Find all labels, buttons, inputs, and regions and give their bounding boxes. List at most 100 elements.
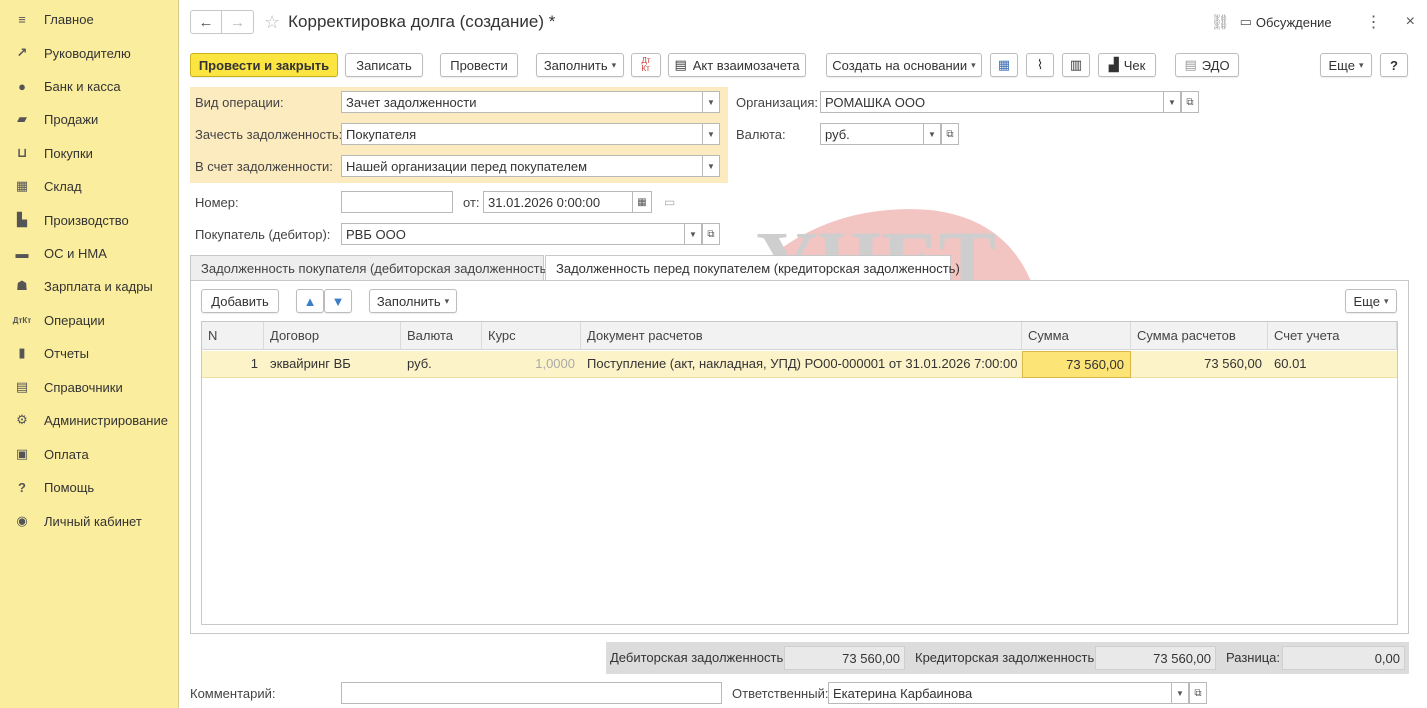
sidebar-item-help[interactable]: ? Помощь	[0, 472, 179, 502]
table-cell[interactable]: 60.01	[1268, 351, 1397, 378]
sidebar-item-manager[interactable]: ↗ Руководителю	[0, 38, 179, 68]
save-button[interactable]: Записать	[345, 53, 423, 77]
table-cell[interactable]: 1	[202, 351, 264, 378]
against-field[interactable]: Нашей организации перед покупателем	[341, 155, 703, 177]
responsible-open-button[interactable]: ⧉	[1189, 682, 1207, 704]
table-cell[interactable]: эквайринг ВБ	[264, 351, 401, 378]
help-button[interactable]: ?	[1380, 53, 1408, 77]
move-down-button[interactable]: ▼	[324, 289, 352, 313]
sidebar-item-admin[interactable]: ⚙ Администрирование	[0, 405, 179, 435]
column-header[interactable]: Валюта	[401, 322, 482, 350]
responsible-dropdown[interactable]: ▼	[1171, 682, 1189, 704]
against-label: В счет задолженности:	[195, 159, 333, 174]
column-header[interactable]: Договор	[264, 322, 401, 350]
calendar-button[interactable]: ▦	[632, 191, 652, 213]
attach-button[interactable]: ⌇	[1026, 53, 1054, 77]
table-more-button[interactable]: Еще ▾	[1345, 289, 1397, 313]
op-type-field[interactable]: Зачет задолженности	[341, 91, 703, 113]
chevron-down-icon: ▼	[928, 129, 936, 139]
post-and-close-button[interactable]: Провести и закрыть	[190, 53, 338, 77]
column-header[interactable]: Сумма	[1022, 322, 1131, 350]
create-based-button[interactable]: Создать на основании ▾	[826, 53, 982, 77]
move-up-button[interactable]: ▲	[296, 289, 324, 313]
sidebar-item-payroll[interactable]: ☗ Зарплата и кадры	[0, 271, 179, 301]
sidebar-item-label: Главное	[44, 11, 94, 27]
more-button[interactable]: Еще ▾	[1320, 53, 1372, 77]
structure-icon: ▦	[997, 57, 1011, 72]
sidebar-item-purchases[interactable]: ⊔ Покупки	[0, 138, 179, 168]
org-open-button[interactable]: ⧉	[1181, 91, 1199, 113]
column-header[interactable]: Сумма расчетов	[1131, 322, 1268, 350]
table-cell[interactable]: 73 560,00	[1131, 351, 1268, 378]
buyer-dropdown[interactable]: ▼	[684, 223, 702, 245]
fill-button[interactable]: Заполнить ▾	[536, 53, 624, 77]
sidebar-item-assets[interactable]: ▬ ОС и НМА	[0, 238, 179, 268]
coin-icon: ●	[18, 78, 26, 94]
op-type-dropdown[interactable]: ▼	[702, 91, 720, 113]
more-vertical-icon[interactable]: ⋮	[1366, 12, 1382, 32]
calculator-button[interactable]: ▥	[1062, 53, 1090, 77]
sidebar-item-label: Отчеты	[44, 345, 89, 361]
receipt-button[interactable]: ▟ Чек	[1098, 53, 1156, 77]
gear-icon: ⚙	[16, 412, 28, 427]
table-cell[interactable]: 1,0000	[482, 351, 581, 378]
doc-history-icon[interactable]: ▭	[664, 195, 675, 209]
forward-button[interactable]: →	[222, 10, 254, 34]
sidebar-item-production[interactable]: ▙ Производство	[0, 205, 179, 235]
sidebar-item-bank[interactable]: ● Банк и касса	[0, 71, 179, 101]
edo-button[interactable]: ▤ ЭДО	[1175, 53, 1239, 77]
currency-dropdown[interactable]: ▼	[923, 123, 941, 145]
main-area: УЧЕТ БЕЗ ЗАБОТ ← → ☆ Корректировка долга…	[180, 0, 1427, 708]
org-field[interactable]: РОМАШКА ООО	[820, 91, 1164, 113]
tab-receivables[interactable]: Задолженность покупателя (дебиторская за…	[190, 255, 551, 281]
responsible-field[interactable]: Екатерина Карбаинова	[828, 682, 1172, 704]
table-fill-button[interactable]: Заполнить ▾	[369, 289, 457, 313]
link-icon[interactable]: ⛓	[1211, 13, 1230, 31]
sidebar-item-operations[interactable]: ДтКт Операции	[0, 305, 179, 335]
table-cell-selected[interactable]: 73 560,00	[1022, 351, 1131, 378]
table-cell[interactable]: Поступление (акт, накладная, УПД) РО00-0…	[581, 351, 1022, 378]
comment-field[interactable]	[341, 682, 722, 704]
offset-act-button[interactable]: ▤ Акт взаимозачета	[668, 53, 806, 77]
books-icon: ▤	[15, 379, 29, 394]
wallet-icon: ▣	[15, 446, 29, 461]
sidebar-item-payment[interactable]: ▣ Оплата	[0, 439, 179, 469]
currency-field[interactable]: руб.	[820, 123, 924, 145]
column-header[interactable]: Курс	[482, 322, 581, 350]
column-header[interactable]: Счет учета	[1268, 322, 1397, 350]
column-header[interactable]: N	[202, 322, 264, 350]
buyer-field[interactable]: РВБ ООО	[341, 223, 685, 245]
grid-icon: ▦	[15, 178, 29, 193]
dt-kt-button[interactable]: Дт Кт	[631, 53, 661, 77]
org-label: Организация:	[736, 95, 819, 110]
tab-payables[interactable]: Задолженность перед покупателем (кредито…	[545, 255, 960, 281]
post-button[interactable]: Провести	[440, 53, 518, 77]
column-header[interactable]: Документ расчетов	[581, 322, 1022, 350]
discussion-button[interactable]: ▭ Обсуждение	[1240, 14, 1332, 30]
offset-field[interactable]: Покупателя	[341, 123, 703, 145]
against-dropdown[interactable]: ▼	[702, 155, 720, 177]
org-dropdown[interactable]: ▼	[1163, 91, 1181, 113]
currency-open-button[interactable]: ⧉	[941, 123, 959, 145]
chevron-down-icon: ▼	[707, 161, 715, 171]
difference-label: Разница:	[1226, 650, 1281, 665]
back-button[interactable]: ←	[190, 10, 222, 34]
add-row-button[interactable]: Добавить	[201, 289, 279, 313]
sidebar-item-references[interactable]: ▤ Справочники	[0, 372, 179, 402]
sidebar-item-main[interactable]: ≡ Главное	[0, 4, 179, 34]
structure-button[interactable]: ▦	[990, 53, 1018, 77]
sidebar-item-sales[interactable]: ▰ Продажи	[0, 104, 179, 134]
sidebar-item-label: Банк и касса	[44, 78, 121, 94]
sidebar-item-account[interactable]: ◉ Личный кабинет	[0, 506, 179, 536]
buyer-label: Покупатель (дебитор):	[195, 227, 331, 242]
table-cell[interactable]: руб.	[401, 351, 482, 378]
date-field[interactable]: 31.01.2026 0:00:00	[483, 191, 633, 213]
sidebar-item-warehouse[interactable]: ▦ Склад	[0, 171, 179, 201]
close-icon[interactable]: ×	[1406, 13, 1415, 31]
offset-dropdown[interactable]: ▼	[702, 123, 720, 145]
number-field[interactable]	[341, 191, 453, 213]
favorite-star-icon[interactable]: ☆	[264, 12, 280, 33]
sidebar-item-label: Помощь	[44, 479, 95, 495]
sidebar-item-reports[interactable]: ▮ Отчеты	[0, 338, 179, 368]
buyer-open-button[interactable]: ⧉	[702, 223, 720, 245]
